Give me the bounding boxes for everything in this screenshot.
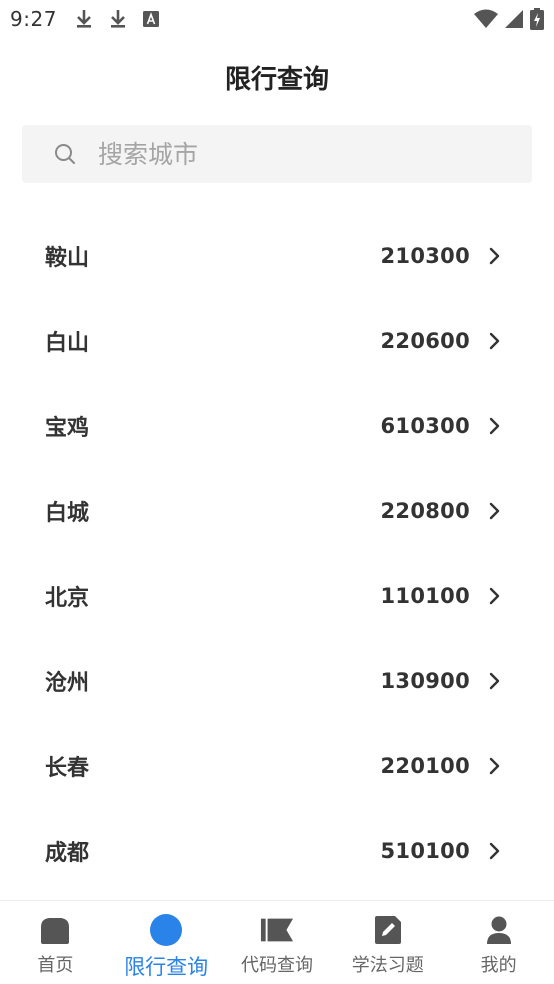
city-row[interactable]: 北京 110100 [0, 553, 554, 638]
tab-restriction-query[interactable]: 限行查询 [111, 901, 222, 984]
tab-code-query[interactable]: 代码查询 [222, 901, 333, 984]
city-code: 210300 [380, 243, 470, 268]
search-box[interactable] [22, 125, 532, 183]
chevron-right-icon [489, 332, 500, 349]
tab-label: 我的 [480, 955, 517, 976]
chevron-right-icon [489, 502, 500, 519]
wifi-icon [474, 9, 498, 28]
home-icon [38, 913, 72, 947]
edit-icon [371, 913, 405, 947]
download-icon [76, 10, 91, 28]
city-row[interactable]: 长春 220100 [0, 723, 554, 808]
city-code: 220600 [380, 328, 470, 353]
text-a-icon [142, 11, 159, 27]
city-name: 鞍山 [45, 245, 90, 271]
city-row[interactable]: 宝鸡 610300 [0, 383, 554, 468]
city-code: 220100 [380, 753, 470, 778]
chevron-right-icon [489, 587, 500, 604]
city-name: 北京 [45, 585, 90, 611]
city-list: 鞍山 210300 白山 220600 宝鸡 610300 白城 220800 … [0, 213, 554, 893]
status-time: 9:27 [10, 7, 57, 31]
tab-label: 代码查询 [240, 955, 313, 976]
city-name: 白城 [45, 500, 90, 526]
chevron-right-icon [489, 757, 500, 774]
chevron-right-icon [489, 672, 500, 689]
city-row[interactable]: 沧州 130900 [0, 638, 554, 723]
city-name: 成都 [45, 840, 90, 866]
bottom-tab-bar: 首页 限行查询 代码查询 学法习题 我的 [0, 900, 554, 984]
city-code: 110100 [380, 583, 470, 608]
city-code: 510100 [380, 838, 470, 863]
status-left-icons [75, 9, 159, 29]
city-name: 宝鸡 [45, 415, 90, 441]
city-code: 220800 [380, 498, 470, 523]
chevron-right-icon [489, 247, 500, 264]
signal-icon [505, 10, 523, 28]
screen: 9:27 限行查询 搜索城市 鞍山 210300 白山 220600 宝鸡 61… [0, 0, 554, 984]
city-name: 沧州 [45, 670, 90, 696]
city-row[interactable]: 成都 510100 [0, 808, 554, 893]
city-row[interactable]: 鞍山 210300 [0, 213, 554, 298]
tab-home[interactable]: 首页 [0, 901, 111, 984]
city-name: 白山 [45, 330, 90, 356]
page-title: 限行查询 [224, 64, 329, 95]
search-input[interactable] [98, 139, 478, 169]
chevron-right-icon [489, 417, 500, 434]
city-code: 130900 [380, 668, 470, 693]
city-code: 610300 [380, 413, 470, 438]
city-row[interactable]: 白城 220800 [0, 468, 554, 553]
tab-label: 首页 [37, 955, 74, 976]
city-name: 长春 [45, 755, 90, 781]
status-right-icons [474, 8, 544, 30]
battery-charging-icon [530, 8, 544, 30]
download-icon [110, 10, 125, 28]
header: 限行查询 [0, 50, 554, 104]
user-icon [482, 913, 516, 947]
tab-law-exercises[interactable]: 学法习题 [332, 901, 443, 984]
tab-label: 限行查询 [124, 955, 209, 979]
city-row[interactable]: 白山 220600 [0, 298, 554, 383]
tab-profile[interactable]: 我的 [443, 901, 554, 984]
circle-icon [149, 913, 183, 947]
chevron-right-icon [489, 842, 500, 859]
flag-icon [260, 913, 294, 947]
status-bar: 9:27 [0, 0, 554, 38]
search-icon [55, 144, 75, 164]
tab-label: 学法习题 [351, 955, 424, 976]
